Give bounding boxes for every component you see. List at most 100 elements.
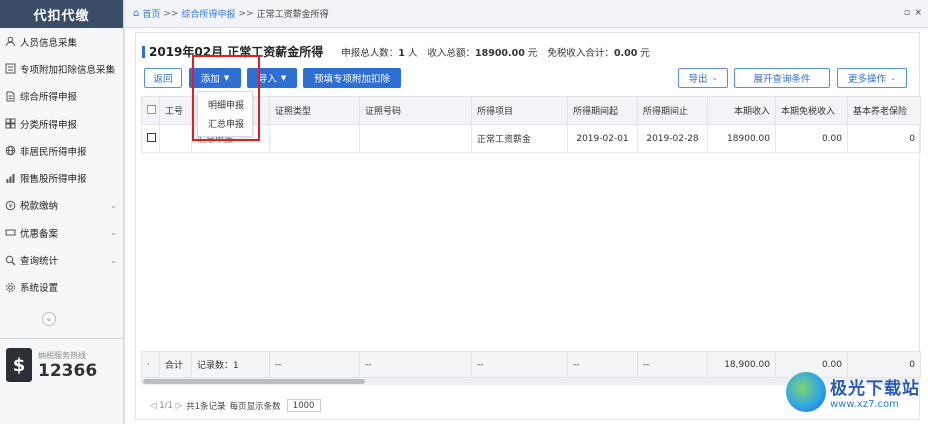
expand-query-label: 展开查询条件 — [753, 74, 811, 85]
breadcrumb-home[interactable]: 首页 — [142, 7, 160, 20]
watermark-url: www.xz7.com — [830, 399, 899, 410]
sidebar-menu: 人员信息采集 专项附加扣除信息采集 ⌄ 综合所得申报 分类所得申报 非居民所得申… — [0, 28, 123, 301]
footer-cell: -- — [637, 351, 708, 378]
table-header-row: 工号 证照类型 证照号码 所得项目 所得期间起 所得期间止 本期收入 本期免税收… — [141, 96, 921, 125]
sidebar-item-nonresident[interactable]: 非居民所得申报 — [0, 137, 123, 164]
chevron-down-icon: ⌄ — [110, 64, 117, 74]
prefill-deduction-button[interactable]: 预填专项附加扣除 — [303, 68, 401, 88]
sidebar-item-label: 税款缴纳 — [20, 201, 59, 213]
summary-exempt-unit: 元 — [640, 48, 650, 59]
sidebar-item-system-settings[interactable]: 系统设置 — [0, 274, 123, 301]
collapse-sidebar-button[interactable]: « — [42, 312, 56, 326]
pager-nav[interactable]: ◁ 1/1 ▷ — [150, 401, 182, 411]
chevron-down-icon: ⌄ — [110, 255, 117, 265]
restore-icon[interactable]: ▫ — [904, 8, 910, 18]
breadcrumb-comprehensive[interactable]: 综合所得申报 — [181, 7, 235, 20]
list-icon — [4, 63, 16, 75]
sidebar-item-personnel[interactable]: 人员信息采集 — [0, 28, 123, 55]
prefill-deduction-label: 预填专项附加扣除 — [313, 74, 390, 85]
more-actions-button[interactable]: 更多操作 ⌄ — [837, 68, 907, 88]
sidebar-item-label: 分类所得申报 — [20, 119, 78, 131]
main-panel: ⌂ 首页 >> 综合所得申报 >> 正常工资薪金所得 ▫ × 2019年02月 … — [125, 0, 928, 424]
select-all-cell[interactable] — [141, 96, 160, 125]
table-cell — [269, 124, 360, 153]
footer-cell: 18,900.00 — [707, 351, 776, 378]
column-header[interactable]: 所得期间起 — [567, 96, 638, 125]
column-header[interactable]: 所得期间止 — [637, 96, 708, 125]
menu-item-summary-filing[interactable]: 汇总申报 — [198, 114, 252, 133]
table-cell: 0.00 — [775, 124, 848, 153]
summary-exempt-value: 0.00 — [613, 48, 638, 59]
gear-icon — [4, 281, 16, 293]
hotline-logo-icon: $ — [6, 348, 32, 382]
table-cell — [159, 124, 192, 153]
sidebar-item-label: 查询统计 — [20, 256, 59, 268]
select-all-checkbox[interactable] — [147, 104, 156, 114]
page-title: 2019年02月 正常工资薪金所得 — [149, 45, 324, 59]
footer-cell: -- — [567, 351, 638, 378]
summary-exempt: 免税收入合计：0.00 元 — [547, 45, 650, 59]
row-checkbox[interactable] — [147, 132, 156, 142]
sidebar-item-query-stats[interactable]: 查询统计 ⌄ — [0, 246, 123, 273]
sidebar-item-label: 人员信息采集 — [20, 37, 78, 49]
table-cell: 0 — [847, 124, 921, 153]
pagination: ◁ 1/1 ▷ 共1条记录 每页显示条数 1000 — [150, 399, 325, 412]
breadcrumb-separator: >> — [238, 8, 254, 19]
footer-cell: 合计 — [159, 351, 192, 378]
grid-icon — [4, 118, 16, 130]
column-header[interactable]: 证照类型 — [269, 96, 360, 125]
footer-cell: · — [141, 351, 160, 378]
sidebar-item-comprehensive[interactable]: 综合所得申报 — [0, 83, 123, 110]
sidebar-item-special-deduction[interactable]: 专项附加扣除信息采集 ⌄ — [0, 55, 123, 82]
summary-income: 收入总额：18900.00 元 — [427, 45, 537, 59]
close-icon[interactable]: × — [914, 8, 922, 18]
watermark: 极光下载站 www.xz7.com — [786, 372, 920, 412]
column-header[interactable]: 本期收入 — [707, 96, 776, 125]
column-header[interactable]: 所得项目 — [471, 96, 568, 125]
scrollbar-thumb[interactable] — [143, 379, 365, 384]
row-select-cell[interactable] — [141, 124, 160, 153]
sidebar-item-restricted-stock[interactable]: 限售股所得申报 — [0, 164, 123, 191]
column-header[interactable]: 工号 — [159, 96, 192, 125]
sidebar-item-label: 限售股所得申报 — [20, 174, 87, 186]
footer-cell: -- — [359, 351, 472, 378]
sidebar-item-tax-payment[interactable]: ¥ 税款缴纳 ⌄ — [0, 192, 123, 219]
back-button[interactable]: 返回 — [144, 68, 182, 88]
sidebar-item-preferential-filing[interactable]: 优惠备案 ⌄ — [0, 219, 123, 246]
column-header[interactable]: 基本养老保险 — [847, 96, 921, 125]
summary-income-label: 收入总额： — [427, 48, 475, 59]
more-actions-label: 更多操作 — [848, 74, 887, 85]
chevron-down-icon: ⌄ — [890, 74, 896, 82]
ticket-icon — [4, 227, 16, 239]
sidebar: 代扣代缴 人员信息采集 专项附加扣除信息采集 ⌄ 综合所得申报 分类所得申报 非… — [0, 0, 124, 424]
chevron-down-icon: ⌄ — [110, 228, 117, 238]
sidebar-item-label: 系统设置 — [20, 283, 59, 295]
per-page-input[interactable]: 1000 — [286, 399, 321, 412]
chevron-down-icon: ⌄ — [110, 200, 117, 210]
menu-item-detail-filing[interactable]: 明细申报 — [198, 95, 252, 114]
table-row[interactable]: 汇总申报 正常工资薪金 2019-02-01 2019-02-28 18900.… — [141, 124, 921, 153]
add-dropdown-menu: 明细申报 汇总申报 — [197, 91, 253, 137]
summary-count-value: 1 — [398, 48, 405, 59]
sidebar-item-label: 非居民所得申报 — [20, 146, 87, 158]
add-button[interactable]: 添加 ▼ — [189, 68, 241, 88]
summary-count-label: 申报总人数： — [341, 48, 399, 59]
footer-cell: -- — [471, 351, 568, 378]
pager-total: 共1条记录 — [186, 401, 226, 412]
column-header[interactable]: 证照号码 — [359, 96, 472, 125]
expand-query-button[interactable]: 展开查询条件 — [734, 68, 830, 88]
sidebar-item-classified[interactable]: 分类所得申报 — [0, 110, 123, 137]
chevron-down-icon: ▼ — [280, 74, 287, 82]
sidebar-item-label: 优惠备案 — [20, 228, 59, 240]
hotline-number: 12366 — [38, 360, 98, 381]
export-button[interactable]: 导出 ⌄ — [678, 68, 728, 88]
chevron-down-icon: ▼ — [223, 74, 230, 82]
content-area: 2019年02月 正常工资薪金所得 申报总人数：1 人 收入总额：18900.0… — [135, 32, 921, 420]
chart-icon — [4, 172, 16, 184]
document-icon — [4, 90, 16, 102]
page-header: 2019年02月 正常工资薪金所得 申报总人数：1 人 收入总额：18900.0… — [142, 43, 660, 60]
import-button[interactable]: 导入 ▼ — [247, 68, 297, 88]
back-button-label: 返回 — [153, 74, 173, 85]
add-button-label: 添加 — [200, 74, 220, 85]
column-header[interactable]: 本期免税收入 — [775, 96, 848, 125]
